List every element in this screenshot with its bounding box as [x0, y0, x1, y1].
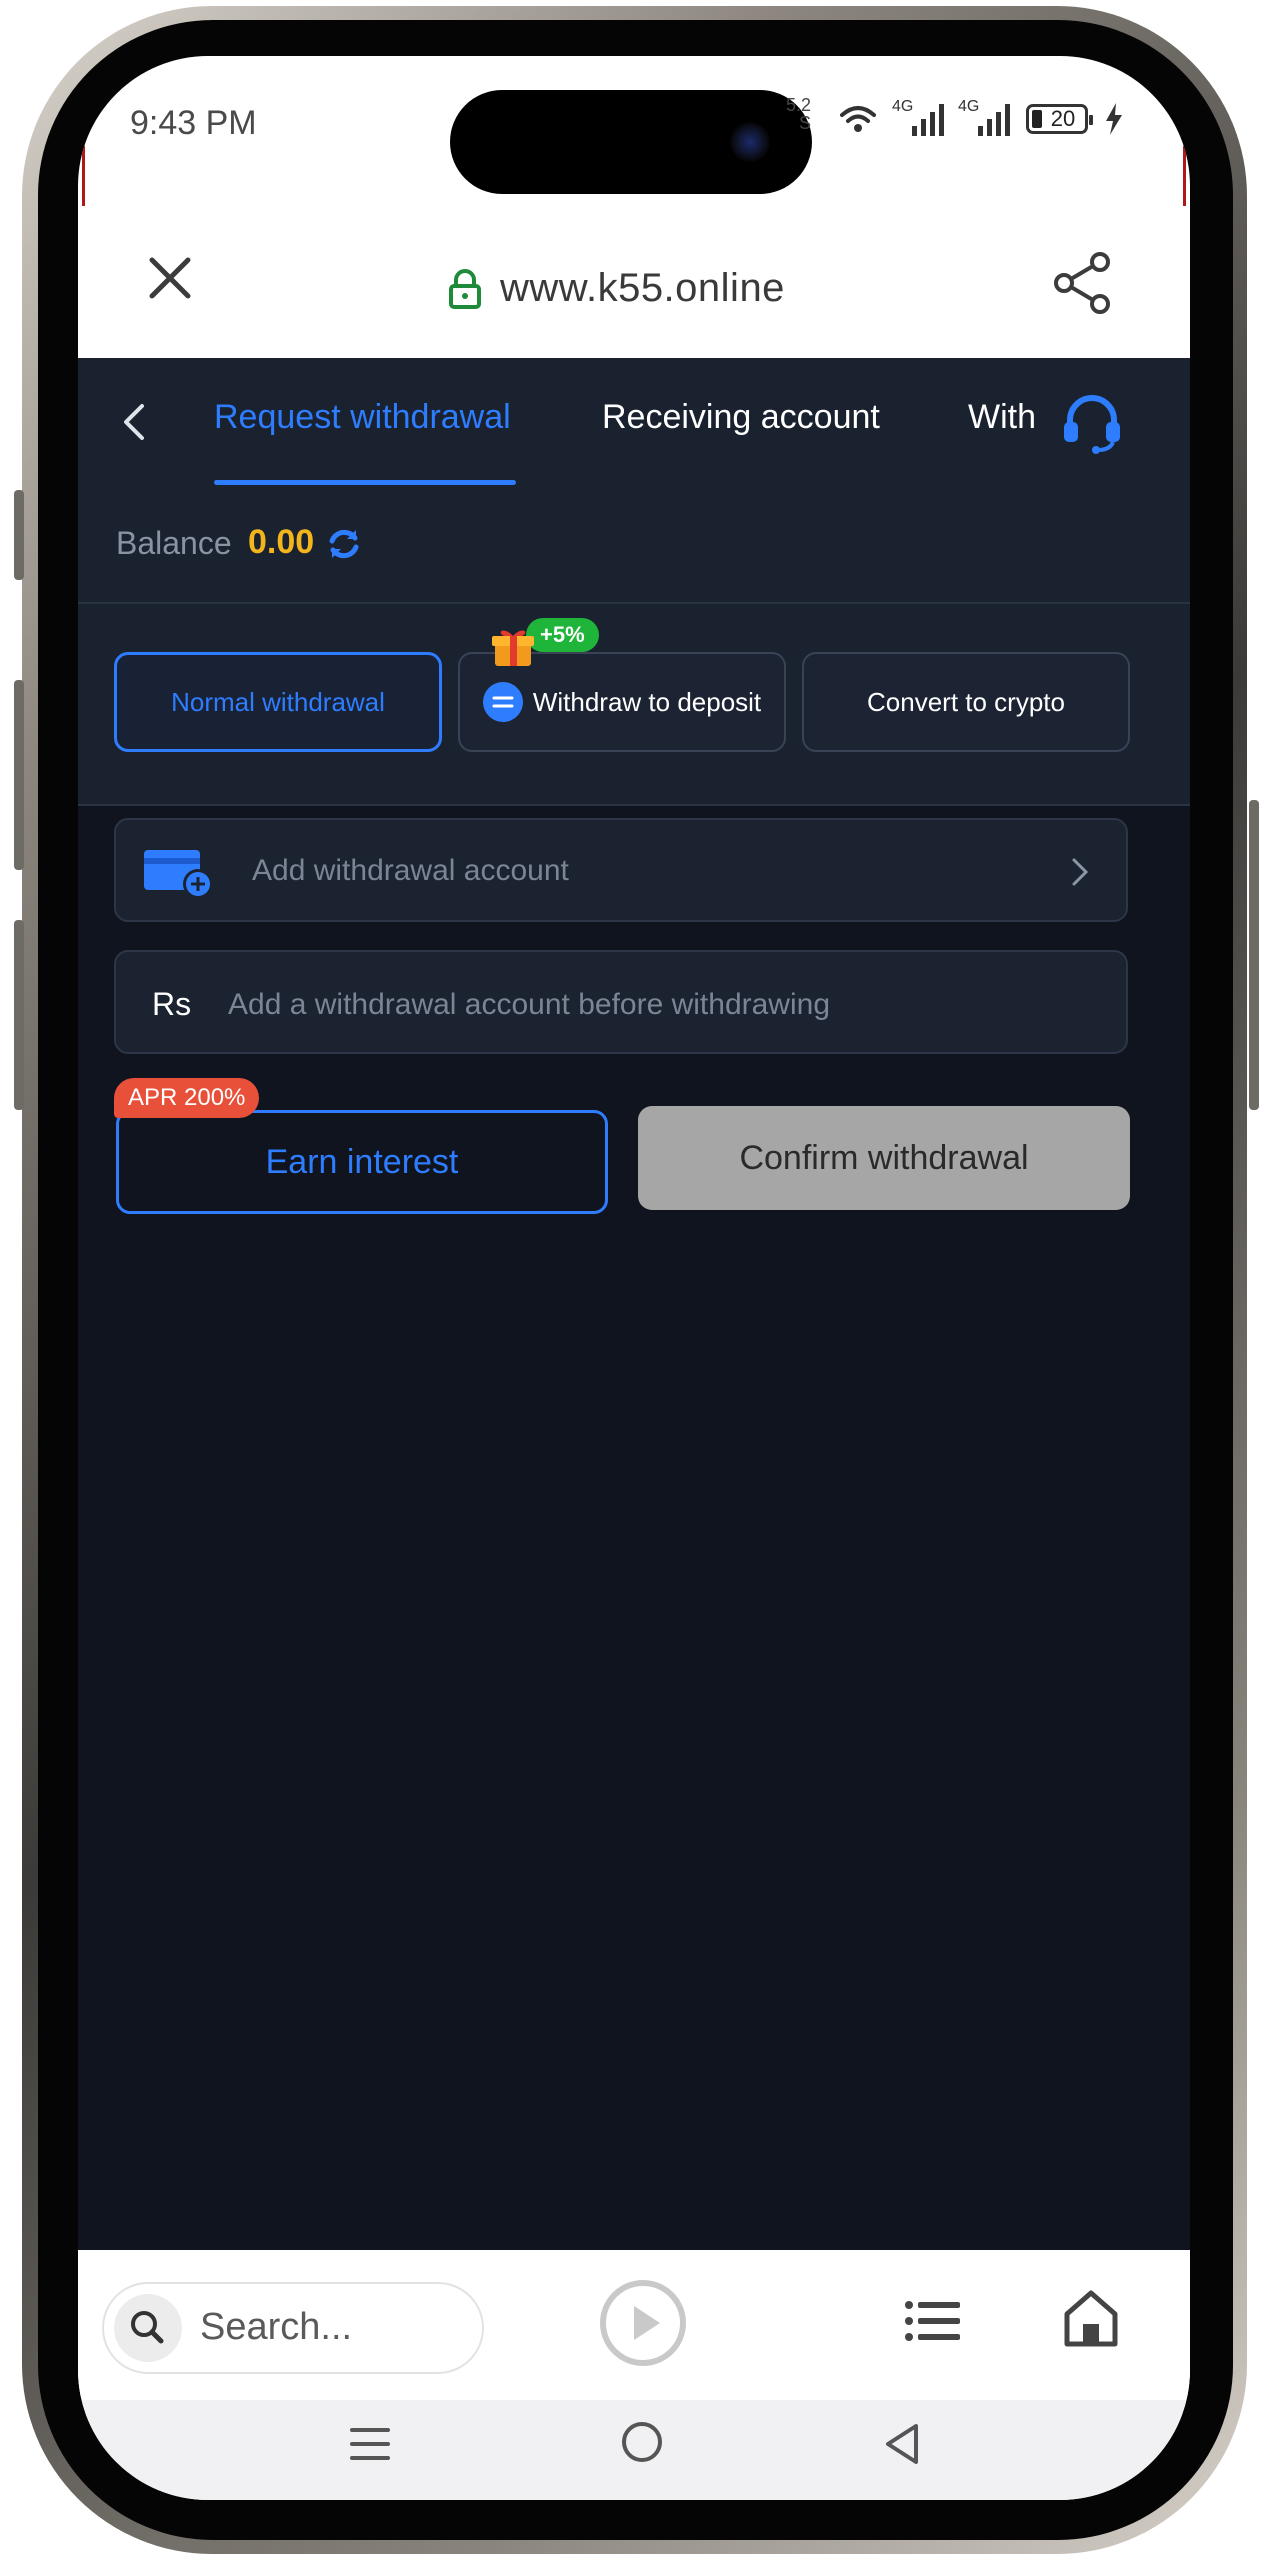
search-icon [114, 2294, 182, 2362]
browser-bottom-bar: Search... [78, 2250, 1190, 2400]
withdrawal-type-selector: Normal withdrawal Withdraw to deposit Co… [78, 604, 1190, 806]
gift-icon [492, 630, 534, 666]
battery-level: 20 [1050, 106, 1076, 131]
balance-bar: Balance 0.00 [78, 488, 1190, 604]
withdrawal-app: Request withdrawal Receiving account Wit… [78, 358, 1190, 2250]
headset-icon[interactable] [1060, 392, 1124, 454]
url-display[interactable]: www.k55.online [448, 266, 785, 311]
earn-interest-label: Earn interest [265, 1142, 459, 1181]
status-time: 9:43 PM [130, 104, 257, 142]
network-speed-unit: S [799, 113, 812, 133]
cellular-signal-icon: 4G [892, 98, 944, 136]
battery-icon: 20 [1026, 104, 1093, 134]
withdraw-to-deposit-label: Withdraw to deposit [532, 686, 762, 717]
add-account-placeholder: Add withdrawal account [252, 854, 569, 887]
network-speed-value: 5.2 [786, 95, 812, 115]
search-placeholder: Search... [200, 2306, 353, 2348]
home-icon[interactable] [1062, 2288, 1120, 2348]
list-icon[interactable] [904, 2298, 962, 2344]
balance-value: 0.00 [248, 523, 315, 561]
convert-to-crypto-label: Convert to crypto [867, 686, 1065, 717]
active-tab-indicator [214, 480, 516, 485]
balance-label: Balance [116, 525, 232, 561]
top-tab-bar: Request withdrawal Receiving account Wit… [78, 358, 1190, 490]
close-icon[interactable] [144, 252, 196, 304]
menu-icon[interactable] [348, 2422, 392, 2466]
url-text: www.k55.online [500, 266, 785, 310]
bonus-badge: +5% [526, 618, 599, 652]
cellular-signal-icon: 4G [958, 98, 1010, 136]
lock-icon [449, 268, 481, 309]
system-navigation-bar [78, 2400, 1190, 2500]
status-icons: 4G 4G 20 [838, 98, 1124, 136]
wallet-add-icon [144, 850, 213, 899]
chevron-right-icon [1072, 858, 1089, 886]
amount-placeholder: Add a withdrawal account before withdraw… [228, 988, 831, 1021]
confirm-withdrawal-label: Confirm withdrawal [739, 1138, 1029, 1177]
side-button [14, 920, 24, 1110]
phone-screen: 9:43 PM 5.2 S 4G 4G 20 www.k55.online Re… [78, 56, 1190, 2500]
network-type: 4G [958, 98, 980, 115]
network-type: 4G [892, 98, 914, 115]
share-icon[interactable] [1052, 252, 1114, 314]
browser-url-bar: www.k55.online [78, 206, 1190, 358]
camera-icon [730, 122, 770, 162]
add-withdrawal-account-field[interactable]: Add withdrawal account [114, 818, 1128, 922]
refresh-icon[interactable] [326, 526, 362, 562]
side-button [1249, 800, 1259, 1110]
swap-icon [482, 682, 523, 722]
search-input[interactable]: Search... [102, 2282, 484, 2374]
confirm-withdrawal-button[interactable]: Confirm withdrawal [638, 1106, 1130, 1210]
normal-withdrawal-label: Normal withdrawal [171, 686, 385, 717]
currency-symbol: Rs [152, 986, 192, 1022]
side-button [14, 490, 24, 580]
tab-receiving-account[interactable]: Receiving account [602, 398, 880, 437]
tab-withdrawal-history[interactable]: With [968, 398, 1036, 437]
earn-interest-button[interactable]: Earn interest [116, 1110, 608, 1214]
home-circle-icon[interactable] [618, 2418, 666, 2466]
network-speed: 5.2 S [786, 96, 811, 132]
charging-icon [1106, 103, 1122, 135]
apr-badge: APR 200% [114, 1078, 260, 1118]
normal-withdrawal-button[interactable]: Normal withdrawal [114, 652, 442, 752]
withdrawal-amount-field[interactable]: Rs Add a withdrawal account before withd… [114, 950, 1128, 1054]
tab-request-withdrawal[interactable]: Request withdrawal [214, 398, 511, 437]
side-button [14, 680, 24, 870]
play-icon[interactable] [598, 2278, 688, 2368]
back-chevron-icon[interactable] [114, 400, 154, 444]
back-triangle-icon[interactable] [882, 2420, 922, 2468]
wifi-icon [840, 106, 876, 132]
convert-to-crypto-button[interactable]: Convert to crypto [802, 652, 1130, 752]
dynamic-island [450, 90, 812, 194]
